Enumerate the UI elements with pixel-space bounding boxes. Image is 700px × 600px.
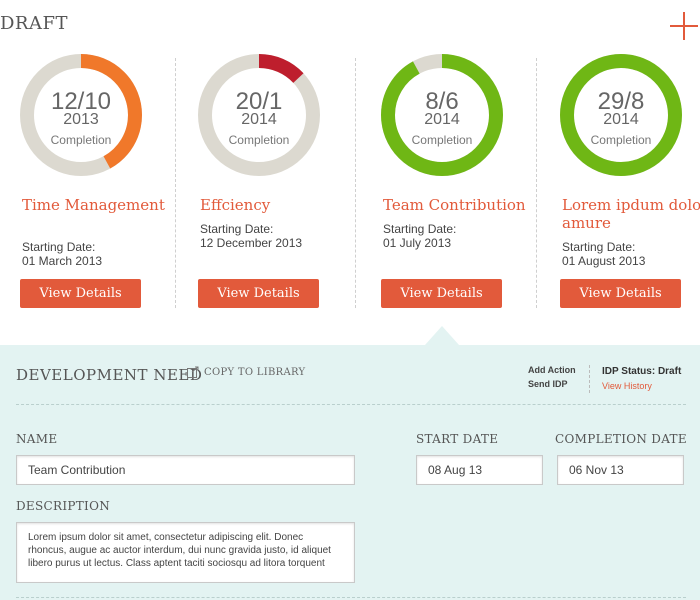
starting-date-label: Starting Date: bbox=[200, 222, 274, 236]
card-title: Time Management bbox=[22, 196, 165, 214]
goal-card: 8/6 2014 Completion Team Contribution St… bbox=[381, 50, 551, 320]
development-need-panel: DEVELOPMENT NEED COPY TO LIBRARY Add Act… bbox=[0, 345, 700, 600]
view-details-button[interactable]: View Details bbox=[381, 279, 502, 308]
card-title-text: Lorem ipdum dolor amure bbox=[562, 196, 700, 232]
starting-date-value: 12 December 2013 bbox=[200, 236, 303, 250]
starting-date-label: Starting Date: bbox=[562, 240, 636, 254]
completion-year: 2013 bbox=[63, 111, 99, 128]
panel-pointer bbox=[425, 326, 459, 345]
panel-divider bbox=[16, 597, 686, 598]
description-label: DESCRIPTION bbox=[16, 499, 111, 513]
name-field[interactable]: Team Contribution bbox=[16, 455, 355, 485]
completion-label: Completion bbox=[411, 133, 473, 147]
starting-date-label: Starting Date: bbox=[383, 222, 457, 236]
goal-card: 29/8 2014 Completion Lorem ipdum dolor a… bbox=[560, 50, 700, 320]
panel-title: DEVELOPMENT NEED bbox=[16, 366, 203, 384]
page-title: DRAFT bbox=[0, 13, 68, 34]
starting-date-value: 01 July 2013 bbox=[383, 236, 452, 250]
completion-year: 2014 bbox=[241, 111, 277, 128]
starting-date-label: Starting Date: bbox=[22, 240, 96, 254]
completion-ring: 20/1 2014 Completion bbox=[198, 54, 320, 176]
view-details-button[interactable]: View Details bbox=[560, 279, 681, 308]
completion-date-field[interactable]: 06 Nov 13 bbox=[557, 455, 684, 485]
panel-divider bbox=[16, 404, 686, 405]
completion-label: Completion bbox=[228, 133, 290, 147]
add-action-link[interactable]: Add Action bbox=[528, 365, 576, 375]
completion-year: 2014 bbox=[603, 111, 639, 128]
completion-label: Completion bbox=[590, 133, 652, 147]
plus-icon[interactable] bbox=[670, 12, 698, 40]
send-idp-link[interactable]: Send IDP bbox=[528, 379, 568, 389]
completion-year: 2014 bbox=[424, 111, 460, 128]
copy-to-library-label: COPY TO LIBRARY bbox=[204, 366, 306, 378]
actions-separator bbox=[589, 365, 590, 393]
completion-ring: 8/6 2014 Completion bbox=[381, 54, 503, 176]
completion-ring: 12/10 2013 Completion bbox=[20, 54, 142, 176]
copy-to-library-link[interactable]: COPY TO LIBRARY bbox=[187, 366, 305, 378]
completion-date-label: COMPLETION DATE bbox=[555, 432, 687, 446]
goal-card: 20/1 2014 Completion Effciency Starting … bbox=[198, 50, 368, 320]
view-details-button[interactable]: View Details bbox=[198, 279, 319, 308]
card-title: Lorem ipdum dolor amure bbox=[562, 196, 700, 232]
view-details-button[interactable]: View Details bbox=[20, 279, 141, 308]
idp-status: IDP Status: Draft bbox=[602, 366, 682, 377]
goal-card: 12/10 2013 Completion Time Management St… bbox=[20, 50, 190, 320]
view-history-link[interactable]: View History bbox=[602, 381, 652, 391]
starting-date-value: 01 August 2013 bbox=[562, 254, 646, 268]
completion-label: Completion bbox=[50, 133, 112, 147]
name-label: NAME bbox=[16, 432, 58, 446]
copy-icon bbox=[187, 366, 199, 378]
start-date-label: START DATE bbox=[416, 432, 499, 446]
card-title: Team Contribution bbox=[383, 196, 526, 214]
start-date-field[interactable]: 08 Aug 13 bbox=[416, 455, 543, 485]
card-title: Effciency bbox=[200, 196, 271, 214]
starting-date-value: 01 March 2013 bbox=[22, 254, 103, 268]
completion-ring: 29/8 2014 Completion bbox=[560, 54, 682, 176]
description-field[interactable]: Lorem ipsum dolor sit amet, consectetur … bbox=[16, 522, 355, 583]
